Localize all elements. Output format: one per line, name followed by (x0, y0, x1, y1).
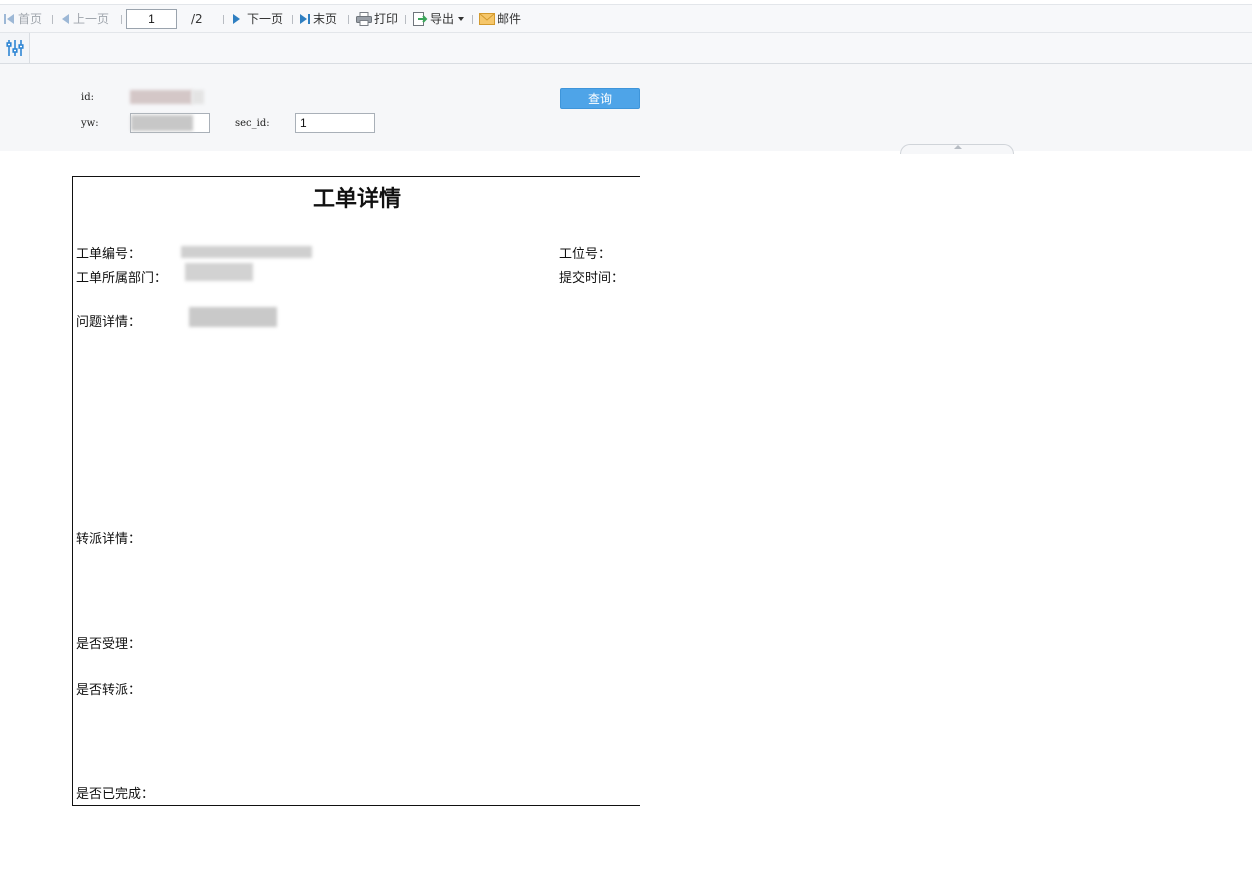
first-page-label: 首页 (18, 12, 43, 26)
first-page-icon (4, 13, 6, 24)
report-page: 工单详情 工单编号： 工位号： 工单所属部门： 提交时间： 问题详情： 转派详情… (72, 176, 640, 806)
submit-time-label: 提交时间： (559, 271, 625, 286)
redacted-order-no (181, 246, 312, 258)
toolbar-divider (292, 15, 293, 24)
redacted-id-value (192, 90, 204, 104)
collapse-panel-tab[interactable] (900, 144, 1014, 154)
completed-label: 是否已完成： (76, 787, 155, 802)
order-no-label: 工单编号： (76, 247, 142, 262)
print-label: 打印 (374, 12, 399, 26)
query-button[interactable]: 查询 (560, 88, 640, 109)
export-dropdown-button[interactable]: 导出 (412, 5, 465, 32)
mail-icon (479, 12, 495, 25)
chevron-down-icon (458, 16, 465, 21)
report-toolbar: 首页 上一页 /2 下一页 末页 打印 导出 (0, 4, 1252, 33)
parameter-panel: id: yw: sec_id: 查询 (0, 64, 1252, 151)
prev-page-button[interactable]: 上一页 (62, 5, 109, 32)
toolbar-divider (472, 15, 473, 24)
last-page-arrow-icon (300, 13, 307, 24)
id-label: id: (81, 92, 94, 103)
mail-button[interactable]: 邮件 (479, 5, 521, 32)
redacted-yw-value (131, 115, 193, 131)
first-page-arrow-icon (7, 13, 14, 24)
next-page-icon (233, 13, 240, 24)
prev-page-label: 上一页 (73, 12, 110, 26)
toolbar-divider (405, 15, 406, 24)
sliders-icon (6, 40, 24, 56)
yw-label: yw: (81, 118, 99, 129)
last-page-button[interactable]: 末页 (300, 5, 337, 32)
last-page-label: 末页 (313, 12, 338, 26)
parameter-toggle-button[interactable] (0, 33, 30, 63)
toolbar-divider (121, 15, 122, 24)
redacted-id-value (130, 90, 192, 104)
accepted-label: 是否受理： (76, 637, 142, 652)
redacted-department (185, 263, 253, 281)
prev-page-icon (62, 13, 69, 24)
next-page-button[interactable]: 下一页 (233, 5, 283, 32)
toolbar-divider (223, 15, 224, 24)
last-page-icon (308, 13, 310, 24)
redacted-problem-detail (189, 307, 277, 327)
problem-detail-label: 问题详情： (76, 315, 142, 330)
printer-icon (356, 11, 372, 26)
parameter-toolbar (0, 33, 1252, 64)
seat-no-label: 工位号： (559, 247, 612, 262)
export-icon (413, 11, 428, 26)
first-page-button[interactable]: 首页 (4, 5, 42, 32)
transfer-detail-label: 转派详情： (76, 532, 142, 547)
sec-id-label: sec_id: (235, 118, 270, 129)
department-label: 工单所属部门： (76, 271, 168, 286)
total-pages-label: /2 (191, 11, 203, 26)
id-input[interactable] (122, 87, 215, 108)
yw-input[interactable] (130, 113, 210, 133)
chevron-up-icon (954, 145, 962, 149)
print-button[interactable]: 打印 (356, 5, 398, 32)
toolbar-divider (52, 15, 53, 24)
report-title: 工单详情 (312, 186, 401, 212)
toolbar-divider (348, 15, 349, 24)
next-page-label: 下一页 (247, 12, 284, 26)
mail-label: 邮件 (497, 12, 522, 26)
transferred-label: 是否转派： (76, 683, 142, 698)
export-label: 导出 (430, 12, 455, 26)
sec-id-input[interactable] (295, 113, 375, 133)
current-page-input[interactable] (126, 9, 177, 29)
